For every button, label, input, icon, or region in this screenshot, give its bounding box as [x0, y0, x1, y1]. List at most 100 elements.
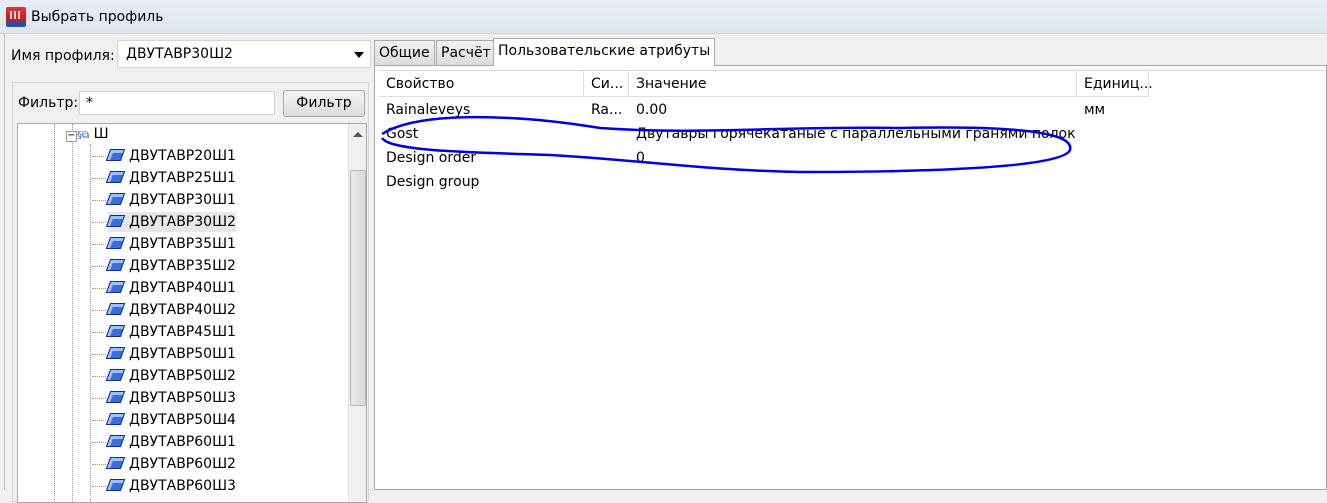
profile-cube-icon	[105, 347, 126, 359]
profile-cube-icon	[105, 259, 126, 271]
tab-calculation[interactable]: Расчёт	[436, 40, 496, 65]
tree-item[interactable]: ДВУТАВР30Ш2	[92, 212, 236, 232]
tree-item[interactable]: ДВУТАВР45Ш1	[92, 322, 236, 342]
table-cell[interactable]	[1077, 146, 1149, 170]
tree-item[interactable]: ДВУТАВР30Ш1	[92, 190, 236, 210]
column-header[interactable]: Си...	[584, 71, 629, 97]
tree-item[interactable]: ДВУТАВР40Ш1	[92, 278, 236, 298]
window-title: Выбрать профиль	[31, 9, 164, 25]
profile-cube-icon	[105, 149, 126, 161]
profile-cube-icon	[105, 479, 126, 491]
group-label: Ш	[93, 126, 109, 142]
tree-line	[92, 222, 106, 223]
tree-item[interactable]: ДВУТАВР60Ш2	[92, 454, 236, 474]
tree-item-label: ДВУТАВР60Ш1	[129, 434, 236, 450]
tree-item-label: ДВУТАВР40Ш1	[129, 280, 236, 296]
tree-item[interactable]: ДВУТАВР50Ш1	[92, 344, 236, 364]
column-header[interactable]: Единиц...	[1077, 71, 1153, 97]
tree-item[interactable]: ДВУТАВР35Ш1	[92, 234, 236, 254]
table-cell[interactable]	[584, 122, 629, 146]
tree-line	[92, 156, 106, 157]
tree-item[interactable]: ДВУТАВР25Ш1	[92, 168, 236, 188]
table-cell[interactable]	[629, 170, 1077, 194]
tree-item-label: ДВУТАВР25Ш1	[129, 170, 236, 186]
filter-group: Фильтр: * Фильтр −§⧉ Ш ДВУТАВР20Ш1 ДВУТАВ…	[12, 82, 369, 503]
tree-scrollbar[interactable]	[348, 124, 366, 502]
tree-line	[92, 200, 106, 201]
tree-line	[90, 144, 91, 502]
group-icon: §⧉	[77, 130, 90, 141]
table-cell[interactable]: 0.00	[629, 98, 1077, 122]
tree-line	[92, 442, 106, 443]
filter-input[interactable]: *	[79, 91, 275, 115]
column-header[interactable]: Значение	[629, 71, 1077, 97]
tree-line	[92, 376, 106, 377]
table-cell[interactable]: Rainaleveys	[379, 98, 584, 122]
tree-item[interactable]: ДВУТАВР40Ш2	[92, 300, 236, 320]
profile-cube-icon	[105, 457, 126, 469]
tree-group-node[interactable]: −§⧉ Ш	[66, 124, 109, 144]
tree-line	[92, 464, 106, 465]
table-cell[interactable]: 0	[629, 146, 1077, 170]
tab-general[interactable]: Общие	[374, 40, 435, 65]
tree-line	[72, 124, 73, 502]
tree-item-label: ДВУТАВР50Ш4	[129, 412, 236, 428]
tree-item[interactable]: ДВУТАВР20Ш1	[92, 146, 236, 166]
tree-item-label: ДВУТАВР35Ш2	[129, 258, 236, 274]
tree-line	[92, 332, 106, 333]
profile-cube-icon	[105, 193, 126, 205]
filter-button[interactable]: Фильтр	[283, 90, 365, 117]
left-panel: Имя профиля: ДВУТАВР30Ш2 Фильтр: * Фильт…	[4, 34, 371, 503]
profile-cube-icon	[105, 215, 126, 227]
table-cell[interactable]	[584, 170, 629, 194]
profile-cube-icon	[105, 435, 126, 447]
profile-cube-icon	[105, 303, 126, 315]
column-header[interactable]: Свойство	[379, 71, 584, 97]
tree-item[interactable]: ДВУТАВР35Ш2	[92, 256, 236, 276]
tree-line	[92, 288, 106, 289]
collapse-icon[interactable]: −	[66, 131, 77, 142]
tree-item-label: ДВУТАВР30Ш1	[129, 192, 236, 208]
tree-line	[54, 124, 55, 502]
tree-line	[92, 310, 106, 311]
tree-line	[92, 266, 106, 267]
right-panel: Общие Расчёт Пользовательские атрибуты С…	[374, 38, 1327, 490]
tree-line	[92, 244, 106, 245]
scroll-thumb[interactable]	[350, 170, 366, 406]
table-cell[interactable]: Design group	[379, 170, 584, 194]
table-cell[interactable]: Gost	[379, 122, 584, 146]
profile-cube-icon	[105, 325, 126, 337]
tree-line	[92, 354, 106, 355]
tree-item-label: ДВУТАВР40Ш2	[129, 302, 236, 318]
profile-tree[interactable]: −§⧉ Ш ДВУТАВР20Ш1 ДВУТАВР25Ш1 ДВУТАВР30Ш1 Д…	[17, 123, 367, 503]
table-cell[interactable]: Ra...	[584, 98, 629, 122]
tree-item[interactable]: ДВУТАВР60Ш1	[92, 432, 236, 452]
table-cell[interactable]	[1077, 170, 1149, 194]
table-cell[interactable]: Design order	[379, 146, 584, 170]
tree-item[interactable]: ДВУТАВР50Ш4	[92, 410, 236, 430]
table-cell[interactable]: мм	[1077, 98, 1149, 122]
profile-name-label: Имя профиля:	[11, 48, 115, 64]
profile-cube-icon	[105, 237, 126, 249]
tree-item[interactable]: ДВУТАВР60Ш3	[92, 476, 236, 496]
chevron-down-icon[interactable]	[354, 52, 364, 58]
attributes-table: Свойство Си... Значение Единиц... Rainalevey…	[379, 70, 1326, 489]
profile-name-value: ДВУТАВР30Ш2	[126, 46, 233, 62]
scroll-up-icon[interactable]	[353, 132, 363, 137]
tree-item[interactable]: ДВУТАВР50Ш3	[92, 388, 236, 408]
tree-item-label: ДВУТАВР60Ш2	[129, 456, 236, 472]
tree-item-label: ДВУТАВР35Ш1	[129, 236, 236, 252]
table-cell[interactable]: Двутавры горячекатаные с параллельными г…	[629, 122, 1077, 146]
tree-line	[92, 486, 106, 487]
tree-item-label: ДВУТАВР20Ш1	[129, 148, 236, 164]
tab-user-attributes[interactable]: Пользовательские атрибуты	[493, 38, 716, 66]
table-cell[interactable]	[1077, 122, 1149, 146]
tree-line	[92, 420, 106, 421]
table-cell[interactable]	[584, 146, 629, 170]
tree-item[interactable]: ДВУТАВР50Ш2	[92, 366, 236, 386]
profile-name-combobox[interactable]: ДВУТАВР30Ш2	[117, 40, 371, 68]
tree-line	[92, 178, 106, 179]
tree-item-label: ДВУТАВР45Ш1	[129, 324, 236, 340]
tree-item-label: ДВУТАВР60Ш3	[129, 478, 236, 494]
profile-cube-icon	[105, 281, 126, 293]
